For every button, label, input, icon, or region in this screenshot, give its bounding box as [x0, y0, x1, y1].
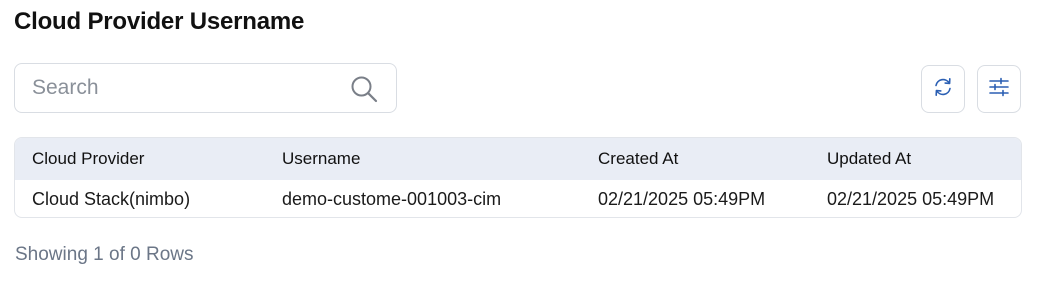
refresh-button[interactable] [921, 65, 965, 113]
column-header-updated-at[interactable]: Updated At [827, 138, 1021, 180]
search-input[interactable] [32, 64, 352, 112]
refresh-icon [932, 76, 954, 103]
cell-created-at: 02/21/2025 05:49PM [598, 188, 766, 209]
column-header-created-at[interactable]: Created At [598, 138, 827, 180]
column-header-username[interactable]: Username [282, 138, 598, 180]
page-title: Cloud Provider Username [14, 8, 305, 35]
table-row[interactable]: Cloud Stack(nimbo) demo-custome-001003-c… [15, 180, 1021, 217]
table-header-row: Cloud Provider Username Created At Updat… [15, 138, 1021, 180]
search-box[interactable] [14, 63, 397, 113]
cell-username: demo-custome-001003-cim [282, 188, 502, 209]
cell-updated-at: 02/21/2025 05:49PM [827, 188, 995, 209]
row-count-summary: Showing 1 of 0 Rows [15, 244, 194, 265]
sliders-icon [988, 76, 1010, 103]
page: Cloud Provider Username Search Cloud Pro… [0, 0, 1041, 283]
column-settings-button[interactable] [977, 65, 1021, 113]
search-icon[interactable] [350, 75, 378, 103]
cell-cloud-provider: Cloud Stack(nimbo) [32, 188, 191, 209]
data-table: Cloud Provider Username Created At Updat… [14, 137, 1022, 218]
column-header-cloud-provider[interactable]: Cloud Provider [15, 138, 282, 180]
